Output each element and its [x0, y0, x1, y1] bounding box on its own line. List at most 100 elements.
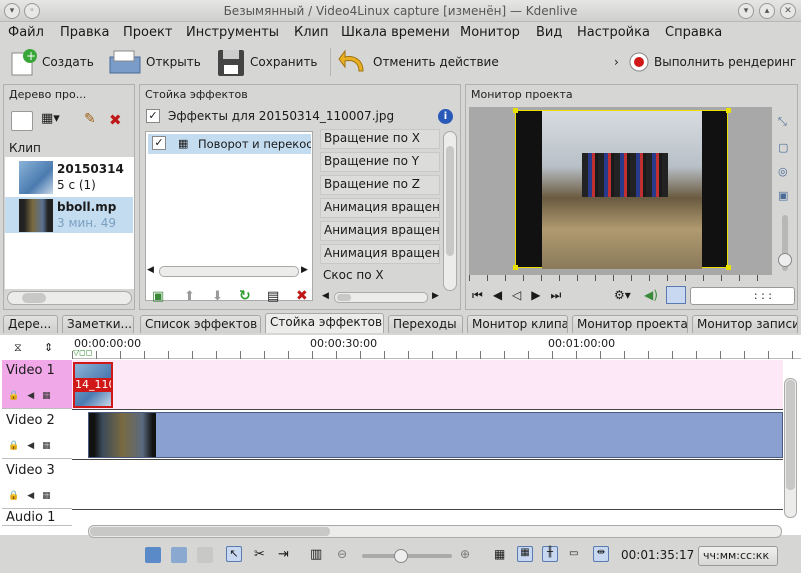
snap-icon[interactable]: ⇹	[593, 546, 609, 562]
transform-icon[interactable]: ⤡	[778, 115, 787, 129]
add-clip-button[interactable]	[11, 111, 33, 131]
param-rotation-x[interactable]: Вращение по X	[320, 129, 440, 149]
scrollbar-thumb[interactable]	[159, 266, 299, 277]
overlay-icon[interactable]: ▣	[778, 189, 788, 202]
list-item[interactable]: bboll.mp 3 мин. 49	[5, 197, 133, 233]
param-rotation-animation-3[interactable]: Анимация вращени	[320, 244, 440, 264]
slider-handle[interactable]	[778, 253, 792, 267]
track-mode-normal-icon[interactable]	[145, 547, 161, 563]
settings-icon[interactable]: ⚙▾	[614, 288, 631, 302]
delete-clip-icon[interactable]: ✖	[109, 111, 122, 129]
menu-settings[interactable]: Настройка	[577, 25, 650, 40]
track-lane-video2[interactable]	[72, 410, 783, 460]
zone-markers[interactable]: ▽◻◻	[73, 348, 103, 358]
scrollbar-thumb[interactable]	[90, 527, 330, 536]
clip-type-icon[interactable]: ▦▾	[41, 111, 60, 126]
track-lane-video1[interactable]: 14_110	[72, 360, 783, 410]
timeline-h-scrollbar[interactable]	[88, 525, 782, 538]
param-rotation-y[interactable]: Вращение по Y	[320, 152, 440, 172]
select-tool-icon[interactable]: ↖	[226, 546, 242, 562]
next-icon[interactable]: ⏭	[551, 288, 572, 302]
resize-icon[interactable]: ▢	[778, 141, 788, 154]
audio-thumbs-icon[interactable]: ╫	[542, 546, 558, 562]
maximize-icon[interactable]: ▴	[759, 3, 775, 19]
track-header-video1[interactable]: Video 1 🔒◀▦	[2, 360, 72, 409]
zoom-slider[interactable]	[778, 215, 792, 271]
tab-effect-stack[interactable]: Стойка эффектов	[265, 313, 384, 333]
tab-record-monitor[interactable]: Монитор записи	[692, 315, 798, 333]
menu-monitor[interactable]: Монитор	[460, 25, 520, 40]
fullscreen-icon[interactable]	[666, 286, 686, 304]
menu-file[interactable]: Файл	[8, 25, 44, 40]
track-controls[interactable]: 🔒◀▦	[8, 441, 59, 451]
effects-enabled-checkbox[interactable]: ✓	[146, 109, 160, 123]
new-button[interactable]: + Создать	[8, 46, 94, 78]
track-controls[interactable]: 🔒◀▦	[8, 491, 59, 501]
scrollbar-thumb[interactable]	[337, 294, 351, 301]
timeline-v-scrollbar[interactable]	[784, 378, 797, 518]
open-button[interactable]: Открыть	[108, 46, 201, 78]
scrollbar-thumb[interactable]	[786, 380, 795, 490]
delete-effect-icon[interactable]: ✖	[296, 288, 308, 304]
rewind-icon[interactable]: ◀	[493, 288, 512, 302]
track-mode-insert-icon[interactable]	[197, 547, 213, 563]
scrollbar-track[interactable]	[334, 292, 428, 303]
move-up-icon[interactable]: ⬆	[184, 289, 195, 304]
corner-handle[interactable]	[513, 108, 518, 113]
menu-view[interactable]: Вид	[536, 25, 562, 40]
timeline-zoom-slider[interactable]	[362, 549, 452, 563]
param-shear-x[interactable]: Скос по X	[320, 267, 440, 287]
tab-project-monitor[interactable]: Монитор проекта	[572, 315, 688, 333]
play-icon[interactable]: ▶	[531, 288, 550, 302]
minimize-icon[interactable]: ▾	[738, 3, 754, 19]
menu-edit[interactable]: Правка	[60, 25, 109, 40]
track-controls[interactable]: 🔒◀▦	[8, 391, 59, 401]
razor-tool-icon[interactable]: ✂	[254, 547, 265, 562]
scrollbar-thumb[interactable]	[22, 293, 46, 303]
menu-help[interactable]: Справка	[665, 25, 722, 40]
effect-list-scrollbar[interactable]: ◀ ▶	[145, 265, 313, 278]
tab-project-tree[interactable]: Дере...	[3, 315, 58, 333]
slider-handle[interactable]	[394, 549, 408, 563]
menu-timeline[interactable]: Шкала времени	[341, 25, 450, 40]
expand-tracks-icon[interactable]: ⇕	[44, 341, 53, 354]
menu-tools[interactable]: Инструменты	[186, 25, 279, 40]
scrollbar-thumb[interactable]	[446, 146, 454, 256]
track-mode-overwrite-icon[interactable]	[171, 547, 187, 563]
save-button[interactable]: Сохранить	[216, 46, 318, 78]
render-button[interactable]: Выполнить рендеринг	[628, 46, 796, 78]
params-scrollbar[interactable]	[443, 131, 457, 291]
tab-notes[interactable]: Заметки...	[62, 315, 134, 333]
prev-icon[interactable]: ⏮	[472, 288, 493, 302]
timecode-format-select[interactable]: чч:мм:сс:кк	[698, 546, 778, 566]
menu-clip[interactable]: Клип	[294, 25, 329, 40]
zoom-out-icon[interactable]: ⊖	[337, 547, 347, 561]
tab-clip-monitor[interactable]: Монитор клипа	[467, 315, 568, 333]
move-down-icon[interactable]: ⬇	[212, 289, 223, 304]
fit-zoom-icon[interactable]: ⧖	[14, 341, 22, 355]
volume-icon[interactable]: ◀)	[644, 288, 658, 302]
menu-project[interactable]: Проект	[123, 25, 172, 40]
param-rotation-animation-1[interactable]: Анимация вращени	[320, 198, 440, 218]
info-icon[interactable]: i	[438, 109, 453, 124]
tab-effect-list[interactable]: Список эффектов	[140, 315, 261, 333]
corner-handle[interactable]	[726, 265, 731, 270]
reset-icon[interactable]: ↻	[239, 288, 251, 304]
undo-button[interactable]: Отменить действие	[337, 46, 499, 78]
edit-clip-icon[interactable]: ✎	[84, 111, 96, 127]
zoom-in-icon[interactable]: ⊕	[460, 547, 470, 561]
zoom-icon[interactable]: ◎	[778, 165, 788, 178]
timecode-field[interactable]: : : :	[690, 287, 795, 305]
corner-handle[interactable]	[726, 108, 731, 113]
tab-transitions[interactable]: Переходы	[388, 315, 463, 333]
track-lane-video3[interactable]	[72, 460, 783, 510]
thumbnails-icon[interactable]: ▥	[310, 547, 322, 562]
timeline-clip-image[interactable]: 14_110	[73, 362, 113, 408]
param-rotation-animation-2[interactable]: Анимация вращени	[320, 221, 440, 241]
list-item[interactable]: 20150314 5 с (1)	[5, 159, 133, 195]
effect-list-item[interactable]: ✓ ▦ Поворот и перекос	[148, 134, 311, 154]
close-icon[interactable]: ✕	[780, 3, 796, 19]
spacer-tool-icon[interactable]: ⇥	[278, 547, 289, 562]
monitor-screen[interactable]	[469, 107, 772, 275]
chevron-right-icon[interactable]: ›	[614, 55, 619, 69]
